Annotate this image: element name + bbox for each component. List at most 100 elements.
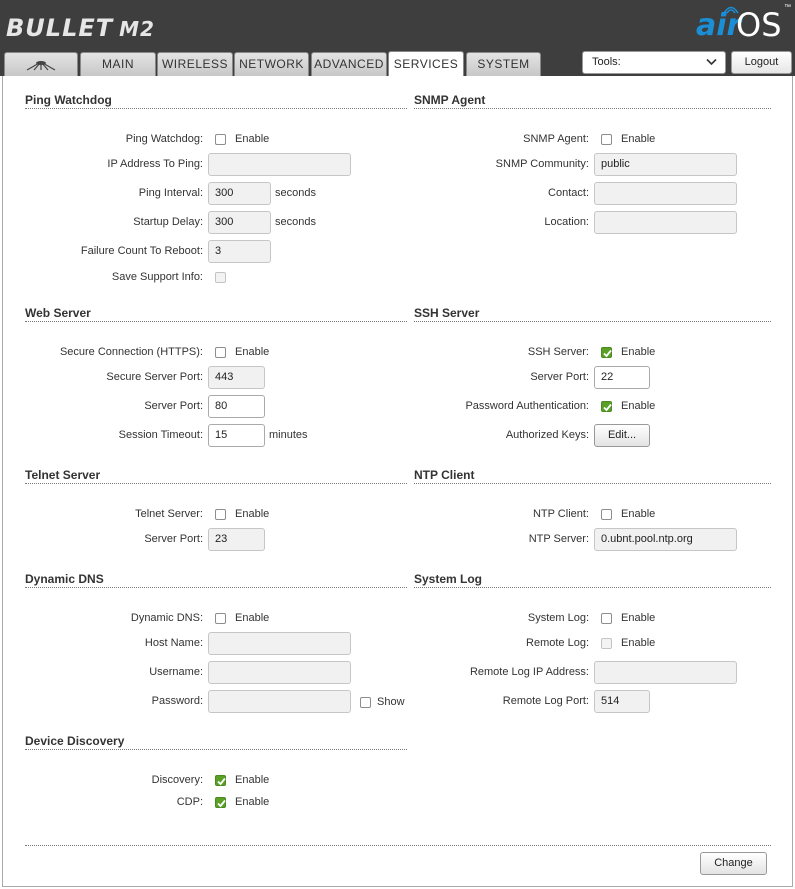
host-name-label: Host Name: [144,637,203,649]
telnet-port-label: Server Port: [144,533,203,545]
password-input[interactable] [208,690,351,713]
remote-log-enable-text: Enable [621,637,656,649]
system-log-checkbox[interactable] [601,613,612,624]
section-title-ssh-server: SSH Server [414,306,480,320]
ping-interval-unit: seconds [275,187,316,199]
password-auth-label: Password Authentication: [465,400,589,412]
remote-log-checkbox[interactable] [601,638,612,649]
discovery-enable-text: Enable [235,774,270,786]
tab-advanced[interactable]: ADVANCED [311,52,387,76]
session-timeout-unit: minutes [269,429,308,441]
device-model: M2 [119,17,155,41]
ping-ip-input[interactable] [208,153,351,176]
dynamic-dns-checkbox[interactable] [215,613,226,624]
ssh-port-label: Server Port: [530,371,589,383]
ntp-client-checkbox[interactable] [601,509,612,520]
edit-keys-button[interactable]: Edit... [594,424,650,447]
ping-watchdog-checkbox[interactable] [215,134,226,145]
section-title-web-server: Web Server [25,306,91,320]
startup-delay-unit: seconds [275,216,316,228]
ping-interval-input[interactable]: 300 [208,182,271,205]
discovery-checkbox[interactable] [215,775,226,786]
section-title-telnet-server: Telnet Server [25,468,101,482]
logout-button[interactable]: Logout [731,51,792,74]
snmp-community-input[interactable]: public [594,153,737,176]
startup-delay-input[interactable]: 300 [208,211,271,234]
authorized-keys-label: Authorized Keys: [505,429,589,441]
tab-main[interactable]: MAIN [80,52,156,76]
host-name-input[interactable] [208,632,351,655]
telnet-port-input[interactable]: 23 [208,528,265,551]
airos-logo: air OS ™ [696,4,792,44]
change-button[interactable]: Change [700,852,767,875]
snmp-location-input[interactable] [594,211,737,234]
ssh-server-enable-text: Enable [621,346,656,358]
tab-ubnt-home[interactable] [4,52,78,76]
cdp-enable-text: Enable [235,796,270,808]
device-logo: BULLET M2 [6,14,155,42]
ping-ip-label: IP Address To Ping: [107,158,203,170]
ssh-port-input[interactable]: 22 [594,366,650,389]
checkmark-icon [603,403,612,412]
username-input[interactable] [208,661,351,684]
snmp-contact-label: Contact: [548,187,589,199]
save-support-info-checkbox[interactable] [215,272,226,283]
section-divider [25,483,407,484]
secure-port-input[interactable]: 443 [208,366,265,389]
section-divider [25,108,407,109]
snmp-agent-checkbox[interactable] [601,134,612,145]
tab-services[interactable]: SERVICES [388,51,464,77]
brand-tm: ™ [784,4,791,11]
telnet-server-checkbox[interactable] [215,509,226,520]
startup-delay-label: Startup Delay: [133,216,203,228]
snmp-agent-enable-text: Enable [621,133,656,145]
telnet-server-label: Telnet Server: [135,508,203,520]
https-checkbox[interactable] [215,347,226,358]
remote-log-ip-input[interactable] [594,661,737,684]
snmp-contact-input[interactable] [594,182,737,205]
checkmark-icon [217,799,226,808]
remote-log-port-input[interactable]: 514 [594,690,650,713]
show-password-checkbox[interactable] [360,697,371,708]
web-port-label: Server Port: [144,400,203,412]
remote-log-ip-label: Remote Log IP Address: [469,666,589,678]
https-enable-text: Enable [235,346,270,358]
password-label: Password: [151,695,203,707]
tab-system[interactable]: SYSTEM [466,52,541,76]
ntp-client-label: NTP Client: [532,508,589,520]
dynamic-dns-enable-text: Enable [235,612,270,624]
session-timeout-input[interactable]: 15 [208,424,265,447]
session-timeout-label: Session Timeout: [118,429,203,441]
snmp-community-label: SNMP Community: [495,158,589,170]
ssh-server-checkbox[interactable] [601,347,612,358]
remote-log-label: Remote Log: [526,637,589,649]
checkmark-icon [217,777,226,786]
tab-wireless[interactable]: WIRELESS [157,52,233,76]
system-log-enable-text: Enable [621,612,656,624]
brand-os: OS [736,6,782,44]
section-divider [414,587,771,588]
section-divider [25,321,407,322]
footer-divider [25,845,771,846]
ping-interval-label: Ping Interval: [138,187,203,199]
web-port-input[interactable]: 80 [208,395,265,418]
ubnt-logo-icon [26,61,56,71]
dynamic-dns-label: Dynamic DNS: [130,612,203,624]
section-title-snmp-agent: SNMP Agent [414,93,486,107]
ntp-server-input[interactable]: 0.ubnt.pool.ntp.org [594,528,737,551]
tools-select[interactable]: Tools: [582,51,726,74]
tab-network[interactable]: NETWORK [234,52,309,76]
cdp-checkbox[interactable] [215,797,226,808]
section-divider [25,587,407,588]
section-title-system-log: System Log [414,572,483,586]
section-divider [25,749,407,750]
section-title-device-discovery: Device Discovery [25,734,125,748]
password-auth-checkbox[interactable] [601,401,612,412]
failure-count-input[interactable]: 3 [208,240,271,263]
secure-port-label: Secure Server Port: [106,371,203,383]
username-label: Username: [149,666,203,678]
show-password-text: Show [377,696,405,708]
section-title-ping-watchdog: Ping Watchdog [25,93,112,107]
https-label: Secure Connection (HTTPS): [59,346,203,358]
brand-air: air [696,8,742,43]
